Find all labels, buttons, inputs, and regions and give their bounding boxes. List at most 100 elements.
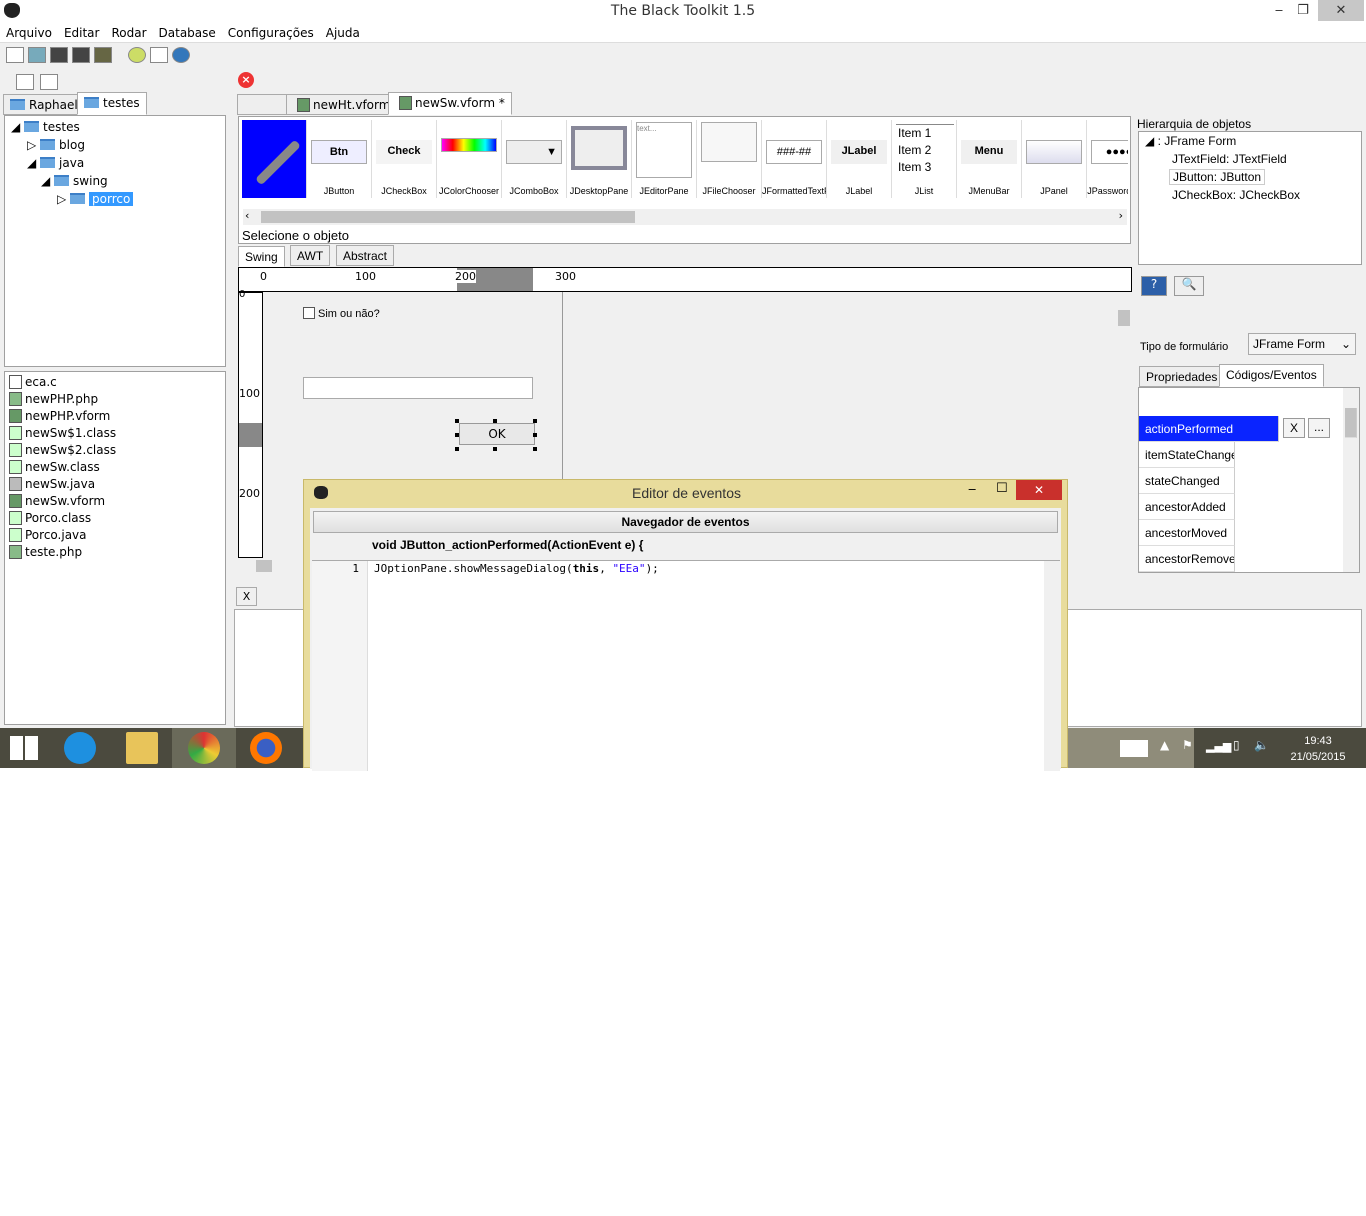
event-row-selected[interactable]: actionPerformed bbox=[1139, 416, 1279, 442]
palette-jfilechooser[interactable]: JFileChooser bbox=[697, 120, 762, 198]
event-row[interactable]: ancestorMoved bbox=[1139, 520, 1235, 546]
palette-jmenubar[interactable]: Menu JMenuBar bbox=[957, 120, 1022, 198]
tab-blank[interactable] bbox=[237, 94, 287, 115]
close-button[interactable]: ✕ bbox=[1318, 0, 1364, 21]
tab-testes[interactable]: testes bbox=[77, 92, 147, 115]
tree-item-porrco[interactable]: ▷ porrco bbox=[5, 190, 225, 208]
form-textfield[interactable] bbox=[303, 377, 533, 399]
start-icon[interactable] bbox=[10, 736, 38, 760]
file-item[interactable]: Porco.class bbox=[5, 510, 225, 527]
event-row[interactable]: stateChanged bbox=[1139, 468, 1235, 494]
globe-icon[interactable] bbox=[171, 47, 190, 63]
file-item[interactable]: newPHP.vform bbox=[5, 408, 225, 425]
hierarchy-item[interactable]: JButton: JButton bbox=[1139, 168, 1361, 186]
dialog-minimize-button[interactable]: ‒ bbox=[968, 482, 976, 497]
file-explorer-icon[interactable] bbox=[126, 732, 158, 764]
run-icon[interactable] bbox=[127, 47, 146, 63]
tab-codigos-eventos[interactable]: Códigos/Eventos bbox=[1219, 364, 1324, 387]
file-name: newSw.class bbox=[25, 460, 100, 474]
form-checkbox[interactable]: Sim ou não? bbox=[303, 307, 380, 320]
chevron-up-icon[interactable]: ▲ bbox=[1160, 738, 1169, 752]
menu-arquivo[interactable]: Arquivo bbox=[0, 23, 58, 40]
hierarchy-item[interactable]: JCheckBox: JCheckBox bbox=[1139, 186, 1361, 204]
save-as-icon[interactable] bbox=[50, 47, 68, 63]
menu-configuracoes[interactable]: Configurações bbox=[222, 23, 320, 40]
class-file-icon bbox=[9, 460, 22, 474]
signal-icon[interactable]: ▂▄▆ bbox=[1206, 740, 1231, 753]
event-clear-button[interactable]: X bbox=[1283, 418, 1305, 438]
new-file-icon[interactable] bbox=[6, 47, 24, 63]
menu-ajuda[interactable]: Ajuda bbox=[320, 23, 366, 40]
event-row[interactable]: ancestorAdded bbox=[1139, 494, 1235, 520]
menu-rodar[interactable]: Rodar bbox=[105, 23, 152, 40]
tab-abstract[interactable]: Abstract bbox=[336, 245, 395, 266]
event-row[interactable]: ancestorRemoved bbox=[1139, 546, 1235, 572]
form-ok-button[interactable]: OK bbox=[459, 423, 535, 445]
scrollbar-thumb[interactable] bbox=[261, 211, 635, 223]
keyboard-icon[interactable] bbox=[1120, 740, 1148, 757]
taskbar-active-app[interactable] bbox=[172, 728, 236, 768]
file-item[interactable]: newSw$2.class bbox=[5, 442, 225, 459]
file-item[interactable]: teste.php bbox=[5, 544, 225, 561]
window-icon[interactable] bbox=[149, 47, 168, 63]
menu-database[interactable]: Database bbox=[153, 23, 222, 40]
palette-jbutton[interactable]: Btn JButton bbox=[307, 120, 372, 198]
close-tab-icon[interactable]: × bbox=[238, 72, 254, 88]
form-type-select[interactable]: JFrame Form ⌄ bbox=[1248, 333, 1356, 355]
dialog-close-button[interactable]: ✕ bbox=[1016, 480, 1062, 500]
tab-raphael[interactable]: Raphael bbox=[3, 94, 85, 115]
tab-awt[interactable]: AWT bbox=[290, 245, 331, 266]
palette-jdesktoppane[interactable]: JDesktopPane bbox=[567, 120, 632, 198]
palette-jpanel[interactable]: JPanel bbox=[1022, 120, 1087, 198]
output-close-button[interactable]: X bbox=[236, 587, 257, 606]
palette-jeditorpane[interactable]: text... JEditorPane bbox=[632, 120, 697, 198]
palette-jlist[interactable]: Item 1 Item 2 Item 3 JList bbox=[892, 120, 957, 198]
file-item[interactable]: newPHP.php bbox=[5, 391, 225, 408]
tab-swing[interactable]: Swing bbox=[238, 246, 285, 267]
volume-icon[interactable]: 🔈 bbox=[1254, 738, 1269, 752]
events-scrollbar[interactable] bbox=[1343, 388, 1359, 572]
battery-icon[interactable]: ▯ bbox=[1233, 738, 1240, 752]
dialog-maximize-button[interactable]: ☐ bbox=[996, 481, 1008, 496]
expand-icon[interactable] bbox=[16, 74, 34, 90]
file-item[interactable]: eca.c bbox=[5, 374, 225, 391]
clock[interactable]: 19:43 21/05/2015 bbox=[1280, 733, 1356, 765]
save-icon[interactable] bbox=[28, 47, 46, 63]
checkbox-icon[interactable] bbox=[303, 307, 315, 319]
tab-newsw[interactable]: newSw.vform * bbox=[388, 92, 512, 115]
tree-item-swing[interactable]: ◢ swing bbox=[5, 172, 225, 190]
tree-item-testes[interactable]: ◢ testes bbox=[5, 118, 225, 136]
search-button[interactable]: 🔍 bbox=[1174, 276, 1204, 296]
flag-icon[interactable]: ⚑ bbox=[1182, 738, 1193, 752]
code-scrollbar[interactable] bbox=[1044, 561, 1060, 771]
hierarchy-root[interactable]: ◢ : JFrame Form bbox=[1139, 132, 1361, 150]
edit-icon[interactable] bbox=[94, 47, 112, 63]
tab-propriedades[interactable]: Propriedades bbox=[1139, 366, 1225, 387]
code-editor[interactable]: 1 JOptionPane.showMessageDialog(this, "E… bbox=[312, 560, 1060, 771]
palette-scrollbar[interactable]: ‹ › bbox=[243, 209, 1127, 225]
palette-jlabel[interactable]: JLabel JLabel bbox=[827, 120, 892, 198]
tree-item-blog[interactable]: ▷ blog bbox=[5, 136, 225, 154]
palette-jcombobox[interactable]: ▼ JComboBox bbox=[502, 120, 567, 198]
save-all-icon[interactable] bbox=[72, 47, 90, 63]
file-item[interactable]: newSw.class bbox=[5, 459, 225, 476]
firefox-icon[interactable] bbox=[250, 732, 282, 764]
canvas-vscrollbar[interactable] bbox=[1116, 292, 1132, 558]
palette-jpasswordfield[interactable]: ●●●●JPasswordField bbox=[1087, 120, 1128, 198]
palette-jcheckbox[interactable]: Check JCheckBox bbox=[372, 120, 437, 198]
tab-newht[interactable]: newHt.vform bbox=[286, 94, 398, 115]
help-button[interactable]: ? bbox=[1141, 276, 1167, 296]
collapse-icon[interactable] bbox=[40, 74, 58, 90]
tree-item-java[interactable]: ◢ java bbox=[5, 154, 225, 172]
file-item[interactable]: newSw.java bbox=[5, 476, 225, 493]
file-item[interactable]: newSw$1.class bbox=[5, 425, 225, 442]
file-item[interactable]: Porco.java bbox=[5, 527, 225, 544]
event-row[interactable]: itemStateChanged bbox=[1139, 442, 1235, 468]
menu-editar[interactable]: Editar bbox=[58, 23, 106, 40]
file-item[interactable]: newSw.vform bbox=[5, 493, 225, 510]
hierarchy-item[interactable]: JTextField: JTextField bbox=[1139, 150, 1361, 168]
event-more-button[interactable]: ... bbox=[1308, 418, 1330, 438]
internet-explorer-icon[interactable] bbox=[64, 732, 96, 764]
palette-jcolorchooser[interactable]: JColorChooser bbox=[437, 120, 502, 198]
palette-jformattedtextfield[interactable]: ###-## JFormattedTextField bbox=[762, 120, 827, 198]
